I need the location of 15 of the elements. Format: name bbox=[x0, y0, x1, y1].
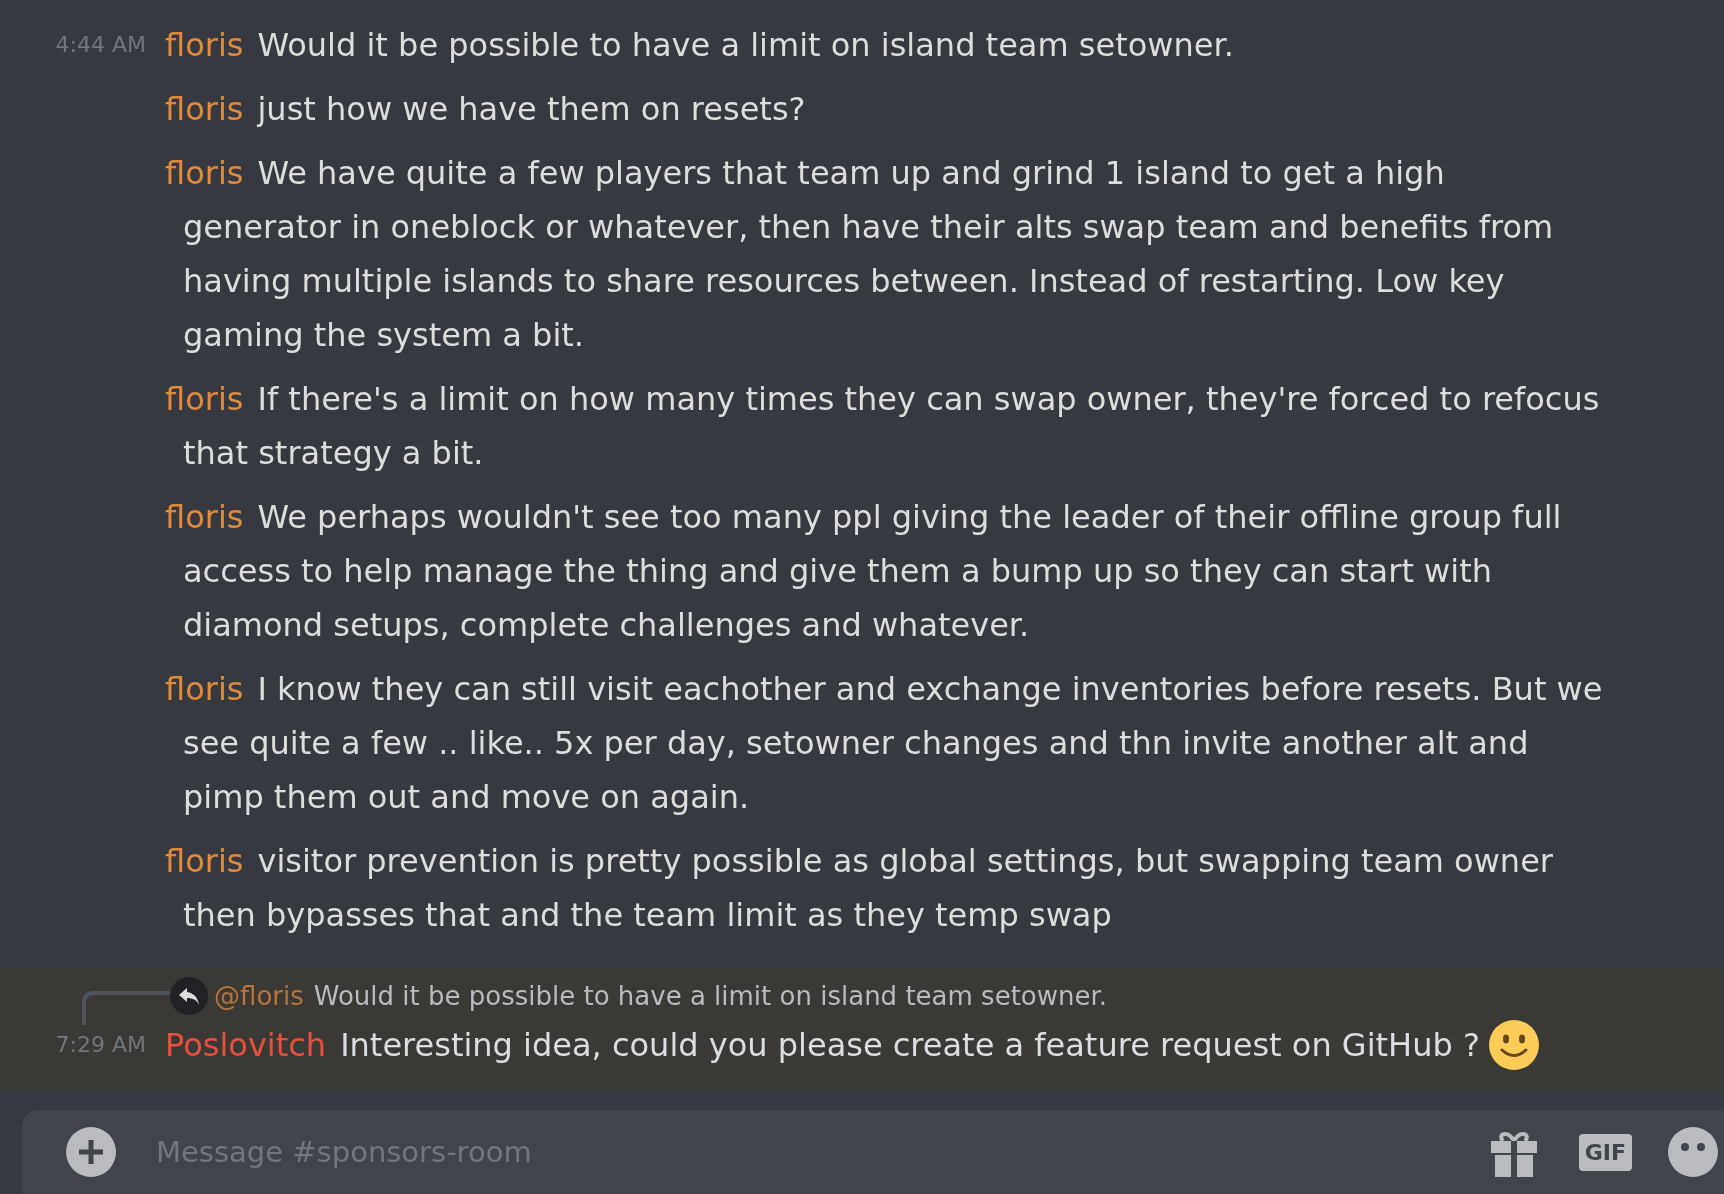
reply-preview-text: Would it be possible to have a limit on island team setowner. bbox=[313, 981, 1108, 1011]
chat-message: floris If there's a limit on how many times they can swap owner, they're forced to refocus that strategy a bit. bbox=[165, 379, 1601, 474]
chat-message: floris We perhaps wouldn't see too many ppl giving the leader of their offline group full access to help manage the thing and give them a bump up so they can start with diamond setups, complete challenges and whatever. bbox=[165, 497, 1563, 646]
chat-message: floris Would it be possible to have a limit on island team setowner. bbox=[165, 25, 1234, 66]
timestamp: 7:29 AM bbox=[55, 1032, 146, 1057]
chat-message: floris just how we have them on resets? bbox=[165, 89, 806, 130]
reply-mention[interactable]: @floris bbox=[214, 981, 304, 1011]
chat-message: floris I know they can still visit eachother and exchange inventories before resets. But we see quite a few .. like.. 5x per day, setowner changes and thn invite another alt and pimp them out and move on again. bbox=[165, 669, 1603, 818]
gif-button[interactable]: GIF bbox=[1578, 1133, 1632, 1171]
timestamp: 4:44 AM bbox=[55, 32, 146, 57]
add-icon[interactable] bbox=[66, 1127, 116, 1177]
chat-message: floris We have quite a few players that team up and grind 1 island to get a high generator in oneblock or whatever, then have their alts swap team and benefits from having multiple islands to share resources between. Instead of restarting. Low key gaming the system a bit. bbox=[165, 153, 1555, 356]
emoji-icon[interactable] bbox=[1668, 1127, 1718, 1177]
chat-message: Poslovitch Interesting idea, could you please create a feature request on GitHub ? bbox=[165, 1025, 1480, 1066]
chat-message: floris visitor prevention is pretty possible as global settings, but swapping team owner then bypasses that and the team limit as they temp swap bbox=[165, 841, 1554, 936]
